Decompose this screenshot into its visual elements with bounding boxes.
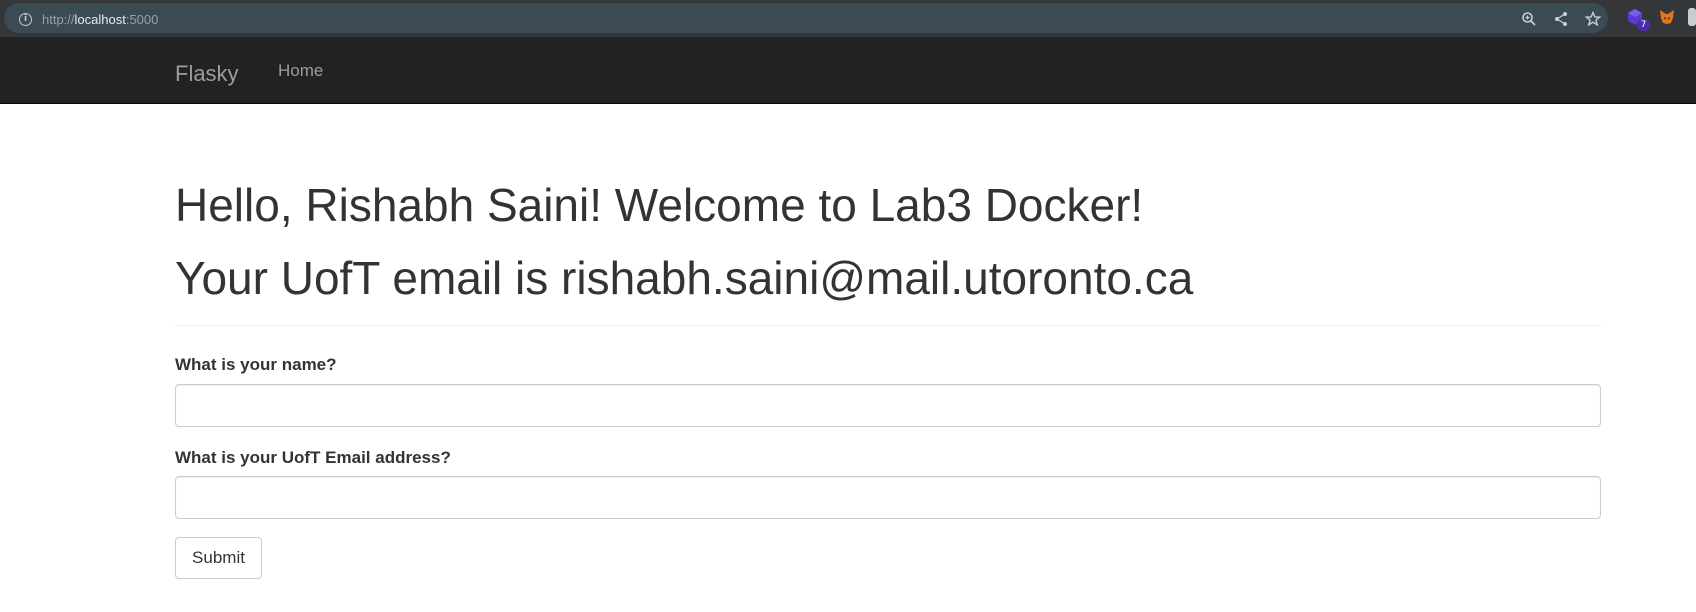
bookmark-star-icon[interactable] [1584, 10, 1602, 29]
share-icon[interactable] [1552, 11, 1570, 29]
navbar: Flasky Home [0, 37, 1696, 104]
info-icon[interactable]: i [19, 13, 32, 26]
metamask-fox-icon[interactable] [1658, 8, 1676, 26]
submit-button[interactable]: Submit [175, 537, 262, 579]
email-heading: Your UofT email is rishabh.saini@mail.ut… [175, 252, 1194, 304]
url-text[interactable]: http://localhost:5000 [42, 12, 158, 27]
address-bar[interactable]: i http://localhost:5000 [4, 3, 1608, 33]
url-suffix: :5000 [125, 12, 159, 27]
email-label: What is your UofT Email address? [175, 448, 451, 467]
name-label: What is your name? [175, 355, 337, 374]
nav-link-home[interactable]: Home [278, 61, 323, 81]
url-host: localhost [74, 12, 126, 27]
name-input[interactable] [175, 384, 1601, 427]
browser-toolbar: i http://localhost:5000 7 [0, 0, 1696, 37]
navbar-brand[interactable]: Flasky [175, 61, 239, 87]
url-prefix: http:// [42, 12, 75, 27]
divider [175, 325, 1601, 326]
email-input[interactable] [175, 476, 1601, 519]
zoom-icon[interactable] [1520, 11, 1538, 29]
greeting-heading: Hello, Rishabh Saini! Welcome to Lab3 Do… [175, 179, 1144, 231]
extension-overflow-icon[interactable] [1688, 8, 1696, 26]
extension-badge: 7 [1637, 19, 1650, 31]
